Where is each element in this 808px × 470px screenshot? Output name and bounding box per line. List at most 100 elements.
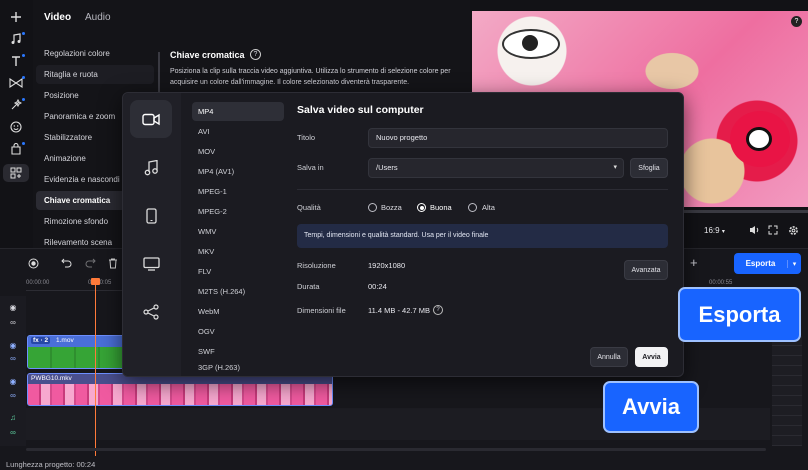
format-wmv[interactable]: WMV xyxy=(192,222,284,241)
dialog-title: Salva video sul computer xyxy=(297,104,424,116)
quality-buona-radio[interactable] xyxy=(417,203,426,212)
format-flv[interactable]: FLV xyxy=(192,262,284,281)
link-icon[interactable]: ∞ xyxy=(7,317,19,327)
store-icon[interactable] xyxy=(3,140,29,158)
volume-icon[interactable] xyxy=(748,224,760,236)
format-webm[interactable]: WebM xyxy=(192,302,284,321)
phone-icon xyxy=(145,208,157,224)
tab-video[interactable]: Video xyxy=(44,12,71,23)
playhead-handle[interactable] xyxy=(91,278,100,285)
format-mkv[interactable]: MKV xyxy=(192,242,284,261)
delete-icon[interactable] xyxy=(107,257,119,269)
add-icon[interactable] xyxy=(3,8,29,26)
ratio-selector[interactable]: 16:9 ▾ xyxy=(704,226,725,235)
format-mpeg2[interactable]: MPEG-2 xyxy=(192,202,284,221)
fullscreen-icon[interactable] xyxy=(767,224,779,236)
device-share-button[interactable] xyxy=(130,293,172,331)
format-mpeg1[interactable]: MPEG-1 xyxy=(192,182,284,201)
info-glyph: ? xyxy=(436,307,440,313)
time-start: 00:00:00 xyxy=(26,280,50,286)
format-mov[interactable]: MOV xyxy=(192,142,284,161)
panel-divider xyxy=(158,52,160,92)
clip-pink[interactable]: PWBG10.mkv xyxy=(27,373,333,406)
transitions-icon[interactable] xyxy=(3,74,29,92)
menu-item-ritaglia-e-ruota[interactable]: Ritaglia e ruota xyxy=(36,65,154,84)
link-icon[interactable]: ∞ xyxy=(7,427,19,437)
format-mp4[interactable]: MP4 xyxy=(192,102,284,121)
duration-value: 00:24 xyxy=(368,282,387,291)
link-icon[interactable]: ∞ xyxy=(7,353,19,363)
tab-audio[interactable]: Audio xyxy=(85,12,111,23)
export-button[interactable]: Esporta ▾ xyxy=(734,253,801,274)
section-description: Posiziona la clip sulla traccia video ag… xyxy=(170,68,451,86)
save-in-label: Salva in xyxy=(297,163,324,172)
quality-note-text: Tempi, dimensioni e qualità standard. Us… xyxy=(304,232,489,239)
clip-name: 1.mov xyxy=(56,337,74,344)
icon-sidebar xyxy=(0,0,33,248)
eye-icon[interactable]: ◉ xyxy=(7,376,19,386)
fx-badge: fx · 2 xyxy=(31,337,51,344)
save-in-select[interactable]: /Users ▾ xyxy=(368,158,624,178)
format-mp4-av1[interactable]: MP4 (AV1) xyxy=(192,162,284,181)
format-swf[interactable]: SWF xyxy=(192,342,284,361)
quality-alta-label[interactable]: Alta xyxy=(482,203,495,212)
tv-icon xyxy=(142,257,160,271)
format-ogv[interactable]: OGV xyxy=(192,322,284,341)
share-icon xyxy=(143,304,159,320)
title-label: Titolo xyxy=(297,133,316,142)
device-mobile-button[interactable] xyxy=(130,197,172,235)
add-track-icon[interactable]: + xyxy=(690,255,698,270)
resolution-label: Risoluzione xyxy=(297,261,336,270)
templates-icon[interactable] xyxy=(3,164,29,182)
playhead[interactable] xyxy=(95,280,96,456)
eye-icon[interactable]: ◉ xyxy=(7,340,19,350)
menu-item-regolazioni-colore[interactable]: Regolazioni colore xyxy=(36,44,154,63)
link-icon[interactable]: ∞ xyxy=(7,390,19,400)
quality-bozza-radio[interactable] xyxy=(368,203,377,212)
clip-name: PWBG10.mkv xyxy=(31,375,72,382)
heart-eye xyxy=(746,127,772,151)
export-chevron-icon[interactable]: ▾ xyxy=(787,259,801,268)
format-avi[interactable]: AVI xyxy=(192,122,284,141)
cancel-button[interactable]: Annulla xyxy=(590,347,628,367)
quality-alta-radio[interactable] xyxy=(468,203,477,212)
project-length: Lunghezza progetto: 00:24 xyxy=(6,460,96,469)
info-icon[interactable]: ? xyxy=(433,305,443,315)
preview-help-icon[interactable]: ? xyxy=(791,16,802,27)
format-3gp[interactable]: 3GP (H.263) xyxy=(192,362,284,374)
quality-buona-label[interactable]: Buona xyxy=(430,203,452,212)
music-icon[interactable] xyxy=(3,30,29,48)
audio-track-icon[interactable]: ♫ xyxy=(7,412,19,422)
device-computer-button[interactable] xyxy=(130,100,172,138)
save-in-value: /Users xyxy=(376,163,398,172)
eye-pupil xyxy=(522,35,538,51)
preview-help-glyph: ? xyxy=(794,18,799,25)
quality-bozza-label[interactable]: Bozza xyxy=(381,203,402,212)
settings-icon[interactable] xyxy=(787,224,799,236)
effects-icon[interactable] xyxy=(3,96,29,114)
format-m2ts[interactable]: M2TS (H.264) xyxy=(192,282,284,301)
stickers-icon[interactable] xyxy=(3,118,29,136)
help-glyph: ? xyxy=(253,51,258,58)
advanced-button[interactable]: Avanzata xyxy=(624,260,668,280)
preview-progress[interactable] xyxy=(684,210,808,213)
clip-green[interactable]: fx · 2 1.mov xyxy=(27,335,127,369)
filesize-label: Dimensioni file xyxy=(297,306,346,315)
eye-icon[interactable]: ◉ xyxy=(7,302,19,312)
device-audio-button[interactable] xyxy=(130,149,172,187)
device-tv-button[interactable] xyxy=(130,245,172,283)
export-label: Esporta xyxy=(745,259,776,268)
record-icon[interactable] xyxy=(27,257,39,269)
clip-thumbnails xyxy=(28,347,126,368)
redo-icon[interactable] xyxy=(84,257,96,269)
start-callout-text: Avvia xyxy=(622,394,680,419)
time-right: 00:00:55 xyxy=(709,280,733,286)
start-button[interactable]: Avvia xyxy=(635,347,668,367)
clip-thumbnails xyxy=(28,384,332,405)
browse-button[interactable]: Sfoglia xyxy=(630,158,668,178)
title-input[interactable]: Nuovo progetto xyxy=(368,128,668,148)
help-icon[interactable]: ? xyxy=(250,49,261,60)
undo-icon[interactable] xyxy=(60,257,72,269)
timeline-scrollbar[interactable] xyxy=(26,448,766,451)
text-icon[interactable] xyxy=(3,52,29,70)
